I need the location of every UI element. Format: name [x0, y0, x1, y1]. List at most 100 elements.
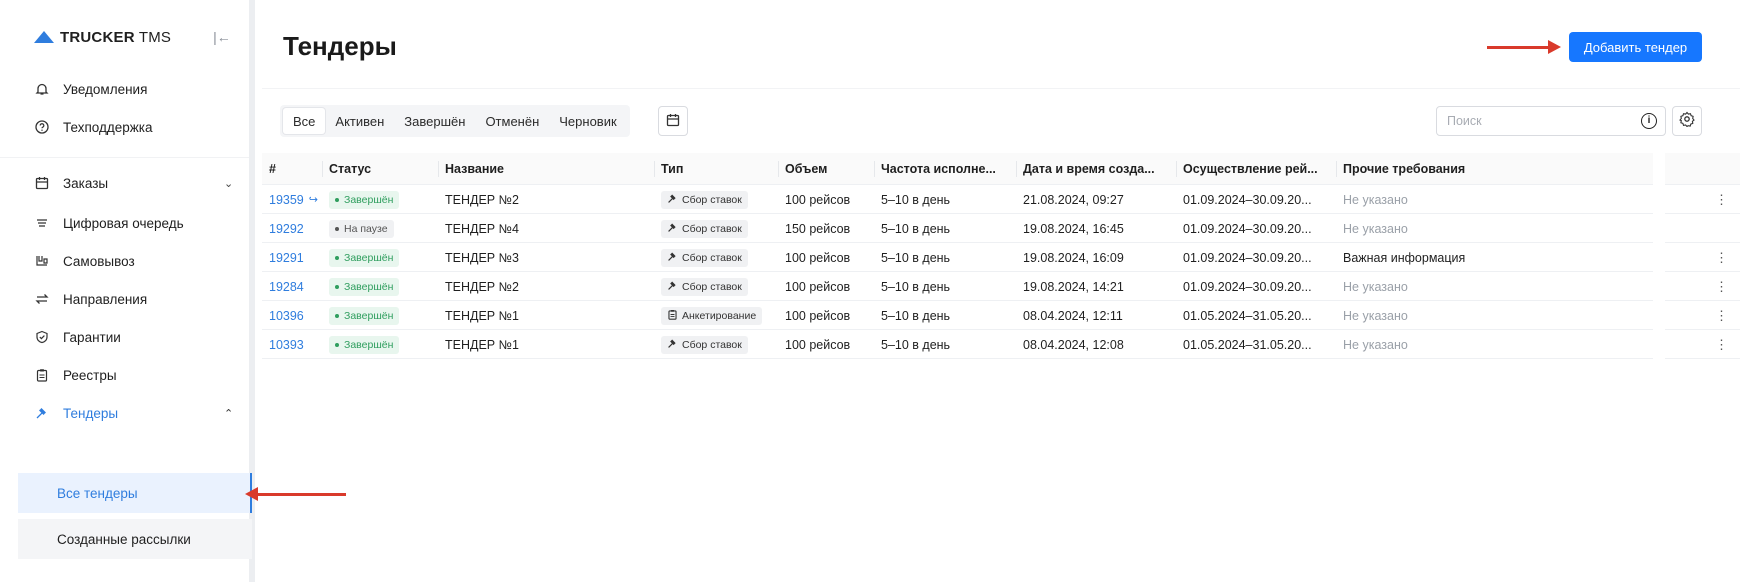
row-menu-icon[interactable]: ⋮: [1703, 243, 1740, 272]
annotation-arrow-left: [245, 487, 346, 501]
status-dot-icon: [335, 342, 339, 347]
type-label: Сбор ставок: [682, 280, 742, 293]
status-cell: Завершён: [322, 185, 438, 214]
type-cell: Сбор ставок: [654, 243, 778, 272]
column-header-name[interactable]: Название: [438, 153, 654, 185]
tender-id-link[interactable]: 19291: [262, 243, 322, 272]
column-header-created[interactable]: Дата и время созда...: [1016, 153, 1176, 185]
sidebar-item-label: Направления: [63, 291, 148, 307]
column-gap: [1653, 185, 1665, 214]
type-chip: Анкетирование: [661, 306, 763, 325]
created-cell: 08.04.2024, 12:11: [1023, 308, 1123, 323]
period-cell: 01.09.2024–30.09.20...: [1183, 250, 1312, 265]
tender-id-link[interactable]: 19292: [262, 214, 322, 243]
logo-text: TRUCKER TMS: [60, 28, 172, 46]
tab-active[interactable]: Активен: [325, 108, 394, 134]
calendar-filter-button[interactable]: [658, 106, 688, 136]
sidebar-item-tenders[interactable]: Тендеры ⌃: [0, 393, 249, 433]
sidebar-item-orders[interactable]: Заказы ⌄: [0, 163, 249, 203]
table-row[interactable]: 19359 ↪ Завершён ТЕНДЕР №2 Сбор ставок 100 ре…: [262, 185, 1740, 214]
sidebar-subitem-created-mailings[interactable]: Созданные рассылки: [18, 519, 252, 559]
chevron-up-icon[interactable]: ⌃: [224, 407, 233, 420]
column-header-period[interactable]: Осуществление рей...: [1176, 153, 1336, 185]
type-chip: Сбор ставок: [661, 277, 748, 296]
table-row[interactable]: 19284 Завершён ТЕНДЕР №2 Сбор ставок 100 рей…: [262, 272, 1740, 301]
sidebar-subitem-label: Все тендеры: [57, 485, 138, 501]
status-dot-icon: [335, 313, 339, 318]
column-header-type[interactable]: Тип: [654, 153, 778, 185]
requirements-cell: Не указано: [1343, 221, 1408, 236]
gear-icon: [1679, 111, 1695, 131]
chevron-down-icon[interactable]: ⌄: [224, 177, 233, 190]
sidebar-item-directions[interactable]: Направления: [0, 279, 249, 319]
sidebar-item-pickup[interactable]: Самовывоз: [0, 241, 249, 281]
status-dot-icon: [335, 255, 339, 260]
table-row[interactable]: 19291 Завершён ТЕНДЕР №3 Сбор ставок 100 рей…: [262, 243, 1740, 272]
column-header-id[interactable]: #: [262, 153, 322, 185]
status-badge: Завершён: [329, 248, 400, 267]
tab-cancelled[interactable]: Отменён: [475, 108, 549, 134]
add-tender-button[interactable]: Добавить тендер: [1569, 32, 1702, 62]
sidebar-item-label: Техподдержка: [63, 119, 153, 135]
status-badge: Завершён: [329, 306, 400, 325]
sidebar-item-digital-queue[interactable]: Цифровая очередь: [0, 203, 249, 243]
tab-all[interactable]: Все: [283, 108, 326, 134]
column-gap: [1653, 301, 1665, 330]
table-row[interactable]: 10396 Завершён ТЕНДЕР №1 Анкетирование 100 р…: [262, 301, 1740, 330]
status-badge: Завершён: [329, 277, 400, 296]
row-menu-icon[interactable]: ⋮: [1703, 301, 1740, 330]
column-header-requirements[interactable]: Прочие требования: [1336, 153, 1653, 185]
calendar-icon: [666, 113, 680, 130]
period-cell: 01.09.2024–30.09.20...: [1183, 221, 1312, 236]
row-menu-icon[interactable]: ⋮: [1703, 272, 1740, 301]
tender-id: 19359: [269, 192, 304, 207]
row-menu-icon[interactable]: ⋮: [1703, 185, 1740, 214]
volume-cell: 100 рейсов: [785, 250, 851, 265]
tender-id-link[interactable]: 10396: [262, 301, 322, 330]
queue-icon: [34, 215, 50, 231]
tender-id-link[interactable]: 10393: [262, 330, 322, 359]
sidebar-item-guarantees[interactable]: Гарантии: [0, 317, 249, 357]
status-dot-icon: [335, 226, 339, 231]
sidebar-divider: [0, 157, 249, 158]
calendar-icon: [34, 175, 50, 191]
clipboard-icon: [34, 367, 50, 383]
sidebar-item-registries[interactable]: Реестры: [0, 355, 249, 395]
status-label: Завершён: [344, 251, 394, 264]
tender-id: 10396: [269, 308, 304, 323]
search-box: i: [1436, 106, 1666, 136]
sidebar-item-notifications[interactable]: Уведомления: [0, 69, 249, 109]
sidebar-item-label: Реестры: [63, 367, 117, 383]
tab-completed[interactable]: Завершён: [394, 108, 475, 134]
period-cell: 01.09.2024–30.09.20...: [1183, 192, 1312, 207]
tender-id: 19291: [269, 250, 304, 265]
table-row[interactable]: 19292 На паузе ТЕНДЕР №4 Сбор ставок 150 рей…: [262, 214, 1740, 243]
table-row[interactable]: 10393 Завершён ТЕНДЕР №1 Сбор ставок 100 рей…: [262, 330, 1740, 359]
column-header-frequency[interactable]: Частота исполне...: [874, 153, 1016, 185]
sidebar-item-label: Тендеры: [63, 405, 119, 421]
tender-id-link[interactable]: 19284: [262, 272, 322, 301]
clipboard-icon: [667, 309, 678, 323]
info-icon[interactable]: i: [1641, 113, 1657, 129]
tab-draft[interactable]: Черновик: [549, 108, 626, 134]
tender-id: 10393: [269, 337, 304, 352]
created-cell: 19.08.2024, 14:21: [1023, 279, 1124, 294]
status-filter-tabs: Все Активен Завершён Отменён Черновик: [280, 105, 630, 137]
search-input[interactable]: [1437, 107, 1632, 135]
row-menu-icon[interactable]: ⋮: [1703, 330, 1740, 359]
app-logo[interactable]: TRUCKER TMS: [34, 26, 171, 48]
type-cell: Сбор ставок: [654, 185, 778, 214]
name-cell: ТЕНДЕР №1: [445, 308, 519, 323]
column-header-volume[interactable]: Объем: [778, 153, 874, 185]
collapse-left-icon[interactable]: |←: [212, 27, 232, 47]
status-badge: На паузе: [329, 219, 394, 238]
requirements-cell: Не указано: [1343, 279, 1408, 294]
table-settings-button[interactable]: [1672, 106, 1702, 136]
name-cell: ТЕНДЕР №4: [445, 221, 519, 236]
status-cell: Завершён: [322, 330, 438, 359]
column-header-status[interactable]: Статус: [322, 153, 438, 185]
created-cell: 21.08.2024, 09:27: [1023, 192, 1124, 207]
sidebar-subitem-all-tenders[interactable]: Все тендеры: [18, 473, 252, 513]
tender-id-link[interactable]: 19359 ↪: [262, 185, 322, 214]
sidebar-item-support[interactable]: Техподдержка: [0, 107, 249, 147]
